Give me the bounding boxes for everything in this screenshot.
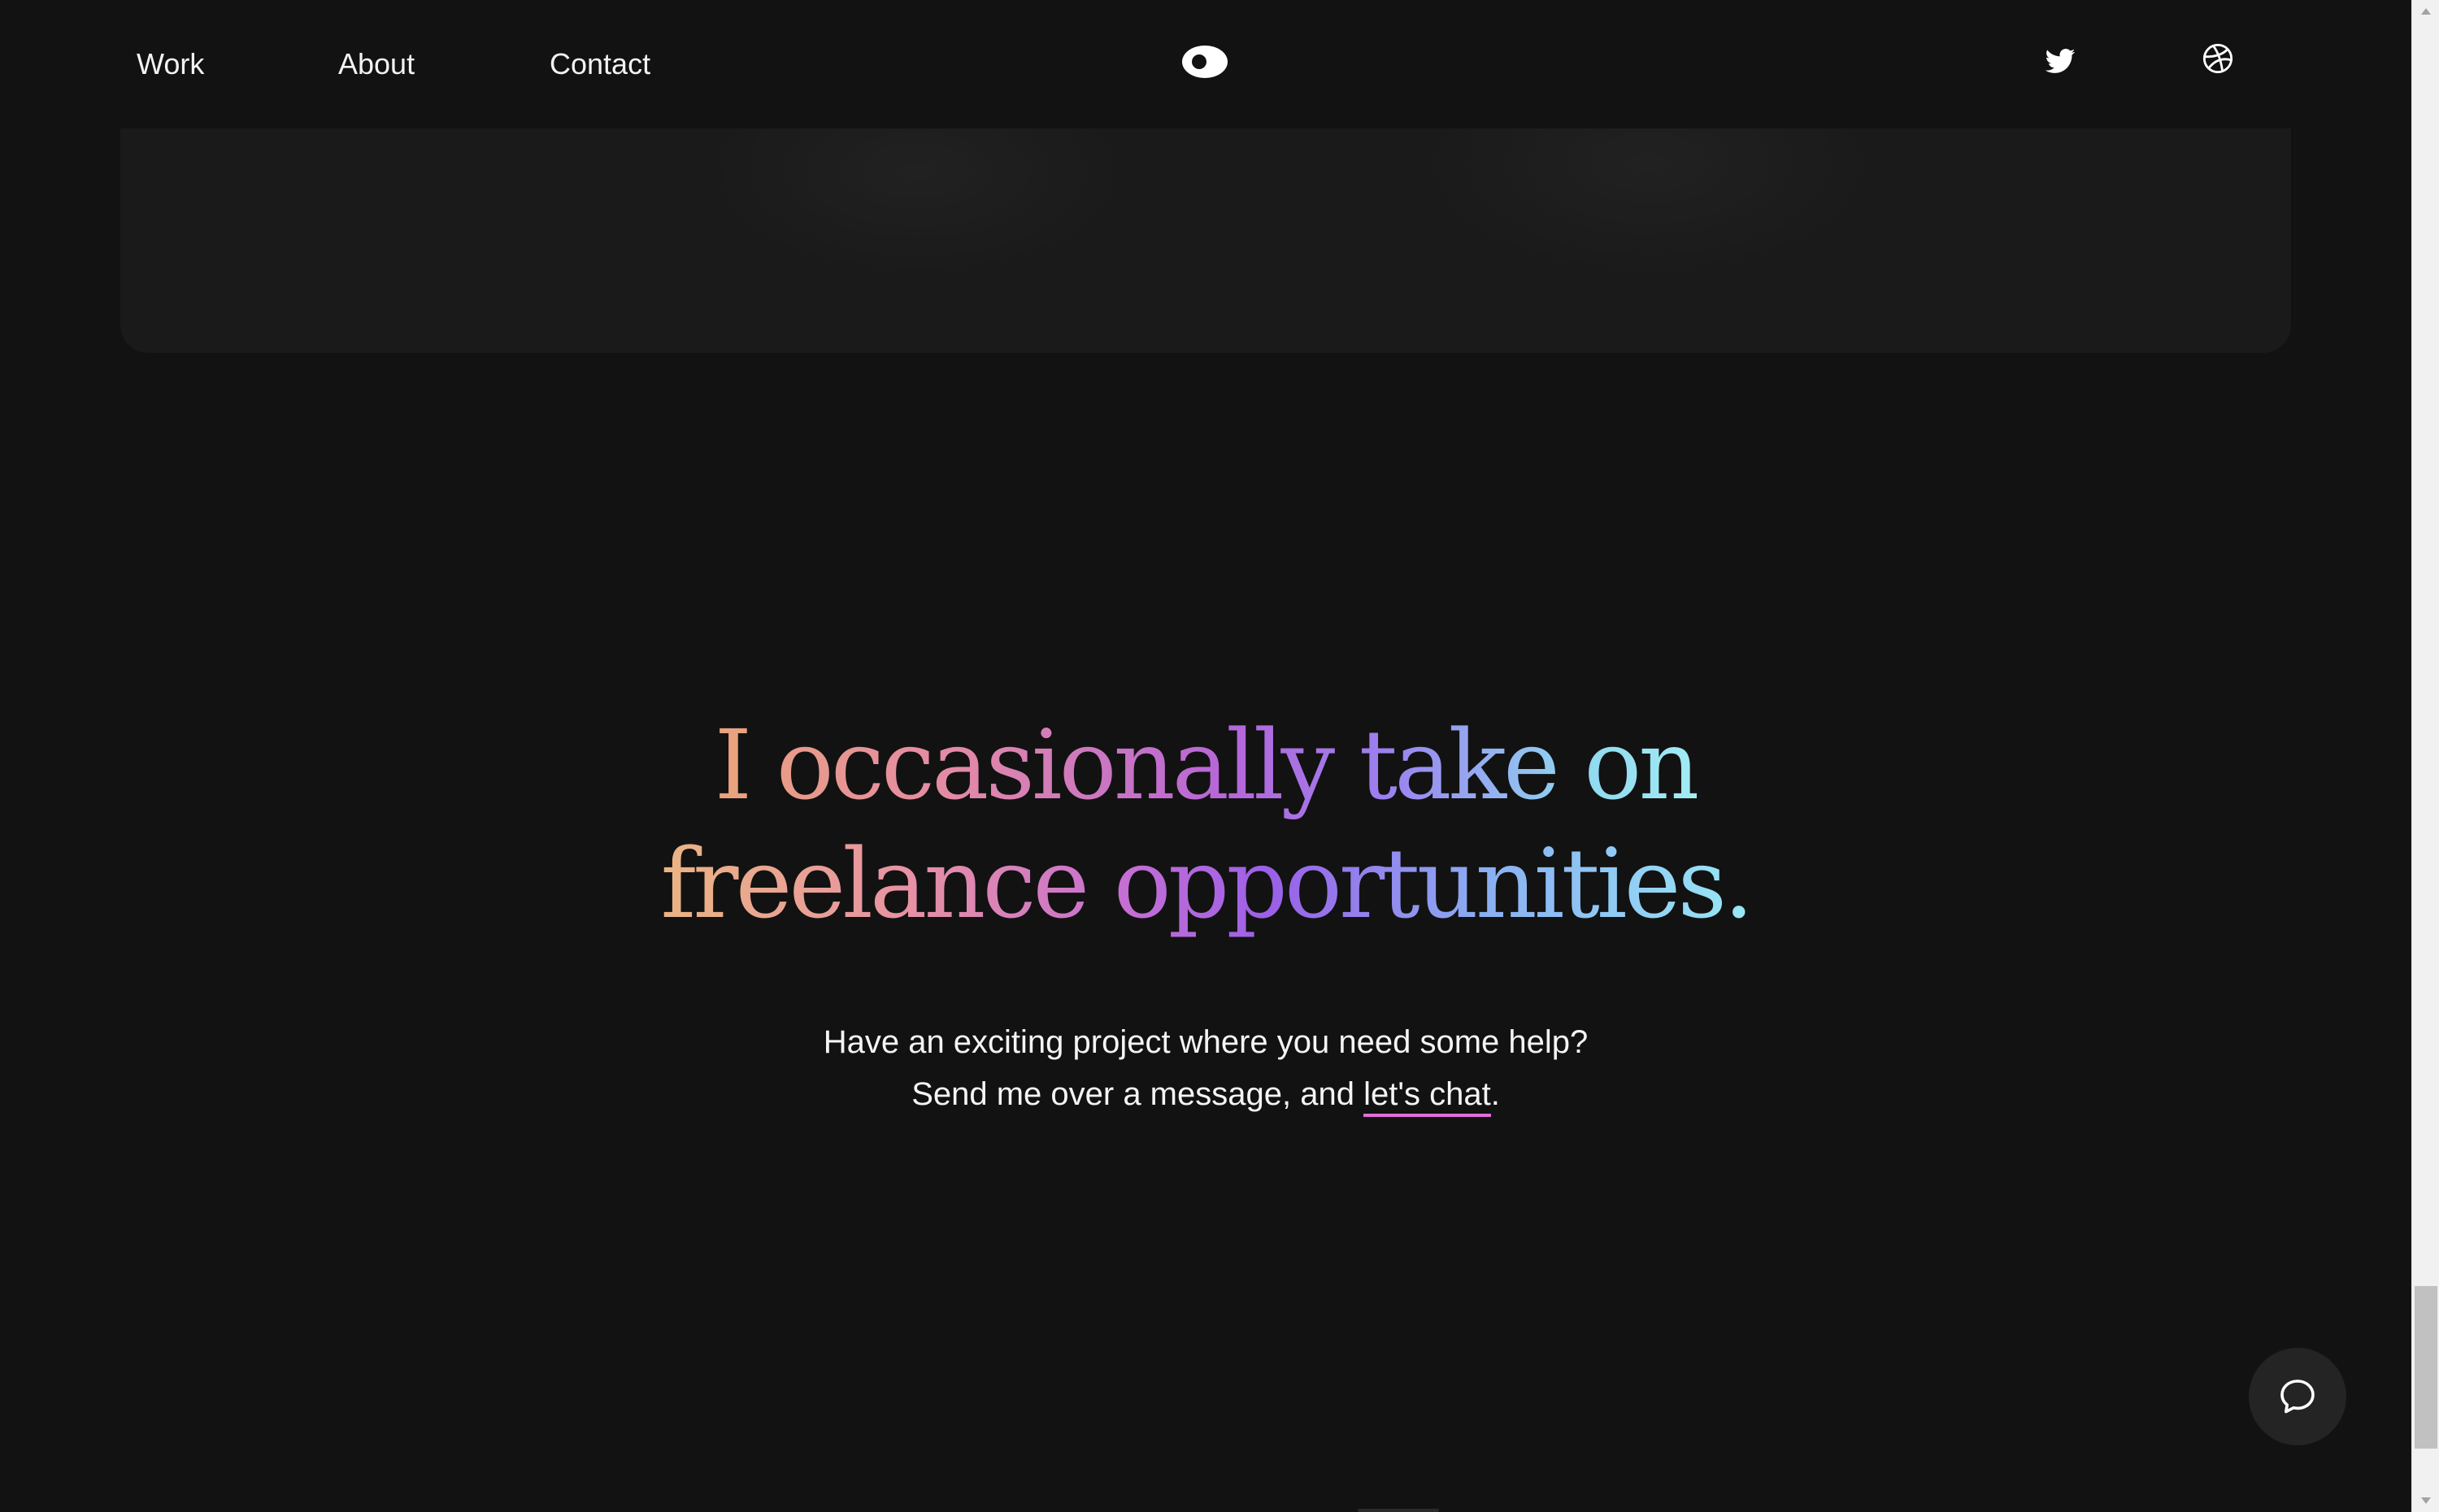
project-card[interactable] bbox=[120, 98, 2291, 353]
contact-prompt-line-2: Send me over a message, and let's chat. bbox=[0, 1068, 2411, 1120]
contact-prompt: Have an exciting project where you need … bbox=[0, 1016, 2411, 1120]
contact-prompt-line-1: Have an exciting project where you need … bbox=[823, 1024, 1589, 1060]
heading-line-2: freelance opportunities. bbox=[660, 824, 1754, 943]
freelance-heading: I occasionally take on freelance opportu… bbox=[0, 706, 2411, 943]
top-nav: Work About Contact bbox=[0, 0, 2411, 128]
footer-edge bbox=[1358, 1509, 1439, 1512]
page: Work About Contact I occasionally take o… bbox=[0, 0, 2411, 1512]
vertical-scrollbar[interactable] bbox=[2411, 0, 2439, 1512]
nav-link-contact[interactable]: Contact bbox=[550, 44, 650, 85]
nav-link-work[interactable]: Work bbox=[137, 44, 204, 85]
scroll-up-arrow-icon[interactable] bbox=[2412, 0, 2439, 24]
lets-chat-link[interactable]: let's chat bbox=[1363, 1076, 1491, 1117]
eye-logo-icon[interactable] bbox=[1180, 42, 1229, 81]
scrollbar-thumb[interactable] bbox=[2415, 1286, 2437, 1449]
nav-link-about[interactable]: About bbox=[338, 44, 415, 85]
scroll-down-arrow-icon[interactable] bbox=[2412, 1488, 2439, 1512]
dribbble-icon[interactable] bbox=[2202, 42, 2234, 75]
heading-line: I occasionally take on bbox=[0, 706, 2411, 824]
contact-prompt-text: Send me over a message, and bbox=[911, 1076, 1364, 1112]
chat-widget-button[interactable] bbox=[2249, 1348, 2346, 1445]
heading-line: freelance opportunities. bbox=[0, 824, 2411, 943]
heading-line-1: I occasionally take on bbox=[715, 706, 1701, 824]
chat-bubble-icon bbox=[2280, 1379, 2315, 1414]
contact-prompt-period: . bbox=[1490, 1076, 1500, 1112]
twitter-icon[interactable] bbox=[2044, 46, 2076, 78]
